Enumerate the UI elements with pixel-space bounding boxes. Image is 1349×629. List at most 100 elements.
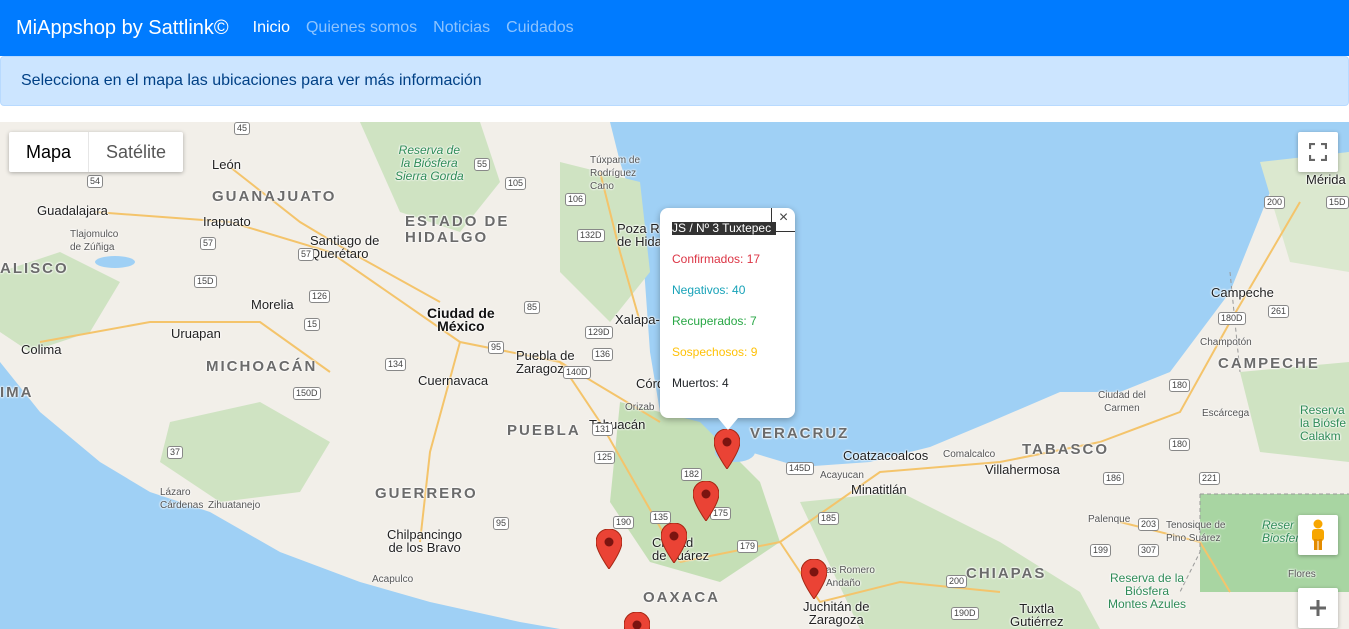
highway-shield: 180	[1169, 379, 1191, 392]
highway-shield: 180	[1169, 438, 1191, 451]
map-label-cdmx: Ciudad de México	[427, 305, 495, 334]
map-label-tuxtla: Tuxtla Gutiérrez	[1010, 601, 1064, 629]
map-label-hidalgo: ESTADO DE HIDALGO	[405, 213, 510, 246]
map-label-colima: Colima	[21, 342, 62, 357]
nav-inicio[interactable]: Inicio	[253, 19, 290, 37]
map-label-merida: Mérida	[1306, 172, 1346, 187]
highway-shield: 57	[200, 237, 217, 250]
street-view-button[interactable]	[1298, 515, 1338, 555]
fullscreen-icon	[1309, 143, 1327, 161]
highway-shield: 15D	[1326, 196, 1349, 209]
map-label-ciudad-carmen: Ciudad del Carmen	[1098, 390, 1146, 414]
highway-shield: 145D	[786, 462, 814, 475]
highway-shield: 190D	[951, 607, 979, 620]
highway-shield: 106	[565, 193, 587, 206]
map-label-oaxaca: OAXACA	[643, 589, 721, 606]
map-label-morelia: Morelia	[251, 297, 294, 312]
map-label-ima: IMA	[0, 384, 34, 401]
map-marker[interactable]	[624, 612, 650, 629]
highway-shield: 95	[488, 341, 505, 354]
map-label-tabasco: TABASCO	[1022, 441, 1110, 458]
highway-shield: 186	[1103, 472, 1125, 485]
highway-shield: 37	[167, 446, 184, 459]
map-label-acapulco: Acapulco	[372, 574, 414, 585]
nav-quienes-somos[interactable]: Quienes somos	[306, 19, 417, 37]
highway-shield: 15D	[194, 275, 217, 288]
brand[interactable]: MiAppshop by Sattlink©	[16, 17, 229, 40]
info-sospechosos: Sospechosos: 9	[672, 345, 758, 359]
map-label-cuernavaca: Cuernavaca	[418, 373, 489, 388]
map-type-map-button[interactable]: Mapa	[9, 132, 90, 172]
highway-shield: 179	[737, 540, 759, 553]
highway-shield: 129D	[585, 326, 613, 339]
info-negativos: Negativos: 40	[672, 283, 746, 297]
map-type-control: Mapa Satélite	[9, 132, 184, 172]
info-confirmados: Confirmados: 17	[672, 252, 761, 266]
highway-shield: 126	[309, 290, 331, 303]
highway-shield: 85	[524, 301, 541, 314]
plus-icon	[1310, 600, 1326, 616]
map-label-minatitlan: Minatitlán	[851, 482, 907, 497]
highway-shield: 203	[1138, 518, 1160, 531]
zoom-in-button[interactable]	[1298, 588, 1338, 628]
highway-shield: 131	[592, 423, 614, 436]
highway-shield: 95	[493, 517, 510, 530]
map-type-satellite-button[interactable]: Satélite	[89, 132, 183, 172]
highway-shield: 182	[681, 468, 703, 481]
map-label-zihuatanejo: Zihuatanejo	[208, 500, 261, 511]
map-label-sierra-gorda: Reserva de la Biósfera Sierra Gorda	[395, 143, 464, 183]
highway-shield: 261	[1268, 305, 1290, 318]
map-label-uruapan: Uruapan	[171, 326, 221, 341]
map[interactable]: León GUANAJUATO Guadalajara Tlajomulco d…	[0, 122, 1349, 629]
highway-shield: 185	[818, 512, 840, 525]
highway-shield: 134	[385, 358, 407, 371]
highway-shield: 200	[1264, 196, 1286, 209]
map-label-puebla-state: PUEBLA	[507, 422, 581, 439]
map-label-queretaro: Santiago de Querétaro	[310, 233, 380, 261]
map-label-reserva-biosfera: Reser Biosfer	[1262, 518, 1300, 545]
nav-noticias[interactable]: Noticias	[433, 19, 490, 37]
map-label-guadalajara: Guadalajara	[37, 203, 108, 218]
map-marker[interactable]	[801, 559, 827, 599]
highway-shield: 190	[613, 516, 635, 529]
highway-shield: 136	[592, 348, 614, 361]
map-label-reserva-calakmul: Reserva la Biósfe Calakm	[1300, 403, 1347, 443]
map-label-champoton: Champotón	[1200, 337, 1252, 348]
map-label-jalisco: ALISCO	[0, 260, 69, 277]
pegman-icon	[1312, 519, 1324, 550]
highway-shield: 125	[594, 451, 616, 464]
close-icon[interactable]: ×	[771, 208, 795, 232]
map-label-villahermosa: Villahermosa	[985, 462, 1060, 477]
map-marker-tuxtepec[interactable]	[714, 429, 740, 469]
highway-shield: 140D	[563, 366, 591, 379]
map-label-guanajuato: GUANAJUATO	[212, 188, 337, 205]
highway-shield: 105	[505, 177, 527, 190]
fullscreen-button[interactable]	[1298, 132, 1338, 172]
info-recuperados: Recuperados: 7	[672, 314, 757, 328]
info-window-title: JS / Nº 3 Tuxtepec	[672, 222, 776, 235]
map-label-chiapas: CHIAPAS	[966, 565, 1047, 582]
map-label-tlajomulco: Tlajomulco de Zúñiga	[70, 229, 119, 253]
map-label-veracruz: VERACRUZ	[750, 425, 850, 442]
map-label-lazaro: Lázaro Cárdenas	[160, 487, 204, 511]
highway-shield: 221	[1199, 472, 1221, 485]
map-label-tenosique: Tenosique de Pino Suárez	[1166, 520, 1226, 544]
nav-cuidados[interactable]: Cuidados	[506, 19, 574, 37]
highway-shield: 15	[304, 318, 321, 331]
map-label-irapuato: Irapuato	[203, 214, 251, 229]
highway-shield: 200	[946, 575, 968, 588]
map-marker[interactable]	[661, 523, 687, 563]
map-label-juchitan: Juchitán de Zaragoza	[803, 599, 870, 627]
highway-shield: 180D	[1218, 312, 1246, 325]
map-label-acayucan: Acayucan	[820, 470, 864, 481]
map-label-chilpancingo: Chilpancingo de los Bravo	[387, 527, 463, 555]
map-label-orizaba: Orizab	[625, 402, 655, 413]
highway-shield: 150D	[293, 387, 321, 400]
map-label-tuxpam: Túxpam de Rodríguez Cano	[590, 155, 641, 192]
highway-shield: 57	[298, 248, 315, 261]
map-marker[interactable]	[693, 481, 719, 521]
highway-shield: 199	[1090, 544, 1112, 557]
info-muertos: Muertos: 4	[672, 376, 729, 390]
map-label-guerrero: GUERRERO	[375, 485, 478, 502]
map-marker[interactable]	[596, 529, 622, 569]
